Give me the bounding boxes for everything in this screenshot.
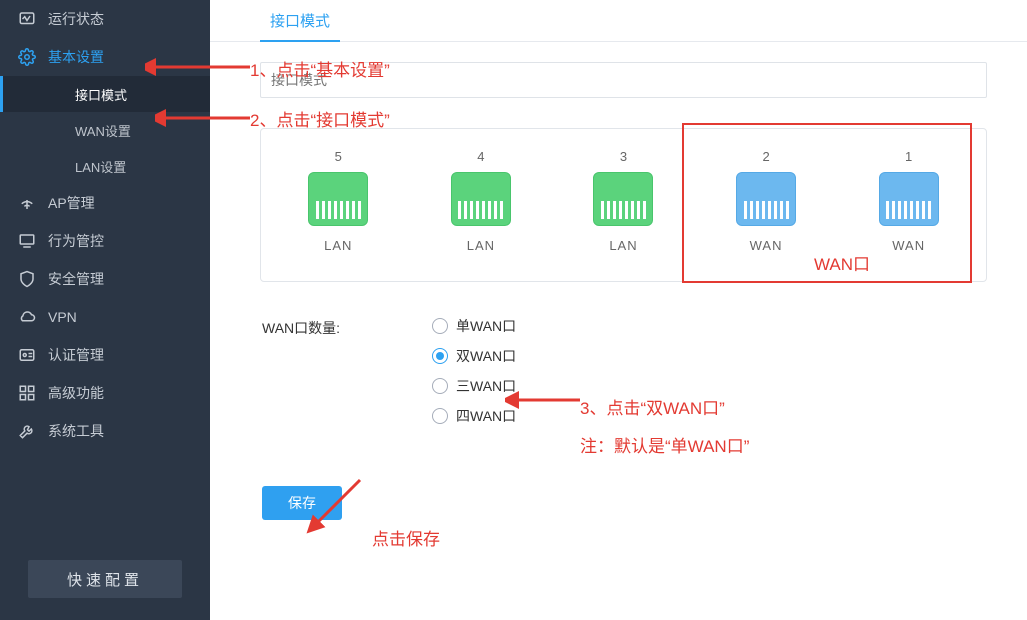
quick-config-button[interactable]: 快速配置 — [28, 560, 182, 598]
sidebar-label: 行为管控 — [48, 231, 104, 251]
wan-count-options: 单WAN口 双WAN口 三WAN口 四WAN口 — [432, 316, 516, 426]
sidebar-item-security[interactable]: 安全管理 — [0, 260, 210, 298]
sidebar-sub-label: 接口模式 — [75, 85, 127, 104]
radio-dual-wan[interactable]: 双WAN口 — [432, 346, 516, 366]
radio-single-wan[interactable]: 单WAN口 — [432, 316, 516, 336]
sidebar-item-ap[interactable]: AP管理 — [0, 184, 210, 222]
sidebar-item-system[interactable]: 系统工具 — [0, 412, 210, 450]
shield-icon — [18, 270, 36, 288]
sidebar-label: VPN — [48, 309, 77, 325]
radio-quad-wan[interactable]: 四WAN口 — [432, 406, 516, 426]
sidebar-sub-interface-mode[interactable]: 接口模式 — [0, 76, 210, 112]
annotation-wan-label: WAN口 — [814, 250, 870, 275]
port-number: 4 — [477, 149, 484, 164]
radio-triple-wan[interactable]: 三WAN口 — [432, 376, 516, 396]
ethernet-port-icon — [451, 172, 511, 226]
cloud-icon — [18, 308, 36, 326]
tools-icon — [18, 422, 36, 440]
sidebar-label: 安全管理 — [48, 269, 104, 289]
ethernet-port-icon — [593, 172, 653, 226]
wan-count-section: WAN口数量: 单WAN口 双WAN口 三WAN口 四WAN口 — [262, 316, 1027, 426]
sidebar-item-behavior[interactable]: 行为管控 — [0, 222, 210, 260]
grid-icon — [18, 384, 36, 402]
sidebar-label: 基本设置 — [48, 47, 104, 67]
port-number: 5 — [335, 149, 342, 164]
wifi-icon — [18, 194, 36, 212]
radio-label-text: 单WAN口 — [456, 316, 516, 336]
monitor-icon — [18, 232, 36, 250]
sidebar-sub-label: WAN设置 — [75, 121, 131, 140]
sidebar-sub-label: LAN设置 — [75, 157, 126, 176]
id-icon — [18, 346, 36, 364]
radio-label-text: 三WAN口 — [456, 376, 516, 396]
sidebar: 运行状态 基本设置 接口模式 WAN设置 LAN设置 AP管理 行为管控 安全管… — [0, 0, 210, 620]
port-5: 5 LAN — [288, 149, 388, 253]
sidebar-sub-lan-settings[interactable]: LAN设置 — [0, 148, 210, 184]
sidebar-item-advanced[interactable]: 高级功能 — [0, 374, 210, 412]
port-number: 3 — [620, 149, 627, 164]
sidebar-label: 高级功能 — [48, 383, 104, 403]
annotation-wan-highlight-box: WAN口 — [682, 123, 972, 283]
port-type-label: LAN — [324, 238, 352, 253]
radio-icon — [432, 348, 448, 364]
tab-interface-mode[interactable]: 接口模式 — [260, 0, 340, 42]
radio-icon — [432, 408, 448, 424]
sidebar-label: AP管理 — [48, 193, 95, 213]
search-input[interactable] — [271, 72, 976, 88]
sidebar-item-auth[interactable]: 认证管理 — [0, 336, 210, 374]
port-4: 4 LAN — [431, 149, 531, 253]
activity-icon — [18, 10, 36, 28]
sidebar-label: 系统工具 — [48, 421, 104, 441]
radio-icon — [432, 318, 448, 334]
main-content: 接口模式 5 LAN 4 LAN — [210, 0, 1027, 620]
radio-label-text: 双WAN口 — [456, 346, 516, 366]
sidebar-item-vpn[interactable]: VPN — [0, 298, 210, 336]
port-type-label: LAN — [609, 238, 637, 253]
sidebar-sub-wan-settings[interactable]: WAN设置 — [0, 112, 210, 148]
tabs: 接口模式 — [210, 0, 1027, 42]
annotation-save: 点击保存 — [372, 525, 440, 550]
sidebar-item-status[interactable]: 运行状态 — [0, 0, 210, 38]
wan-count-label: WAN口数量: — [262, 316, 432, 426]
sidebar-label: 运行状态 — [48, 9, 104, 29]
port-3: 3 LAN — [573, 149, 673, 253]
ports-panel: 5 LAN 4 LAN 3 LAN — [260, 128, 987, 282]
port-type-label: LAN — [467, 238, 495, 253]
radio-icon — [432, 378, 448, 394]
quick-config-label: 快速配置 — [67, 569, 143, 590]
save-button[interactable]: 保存 — [262, 486, 342, 520]
gear-icon — [18, 48, 36, 66]
ethernet-port-icon — [308, 172, 368, 226]
annotation-step-3-note: 注：默认是“单WAN口” — [580, 432, 749, 457]
tab-label: 接口模式 — [270, 10, 330, 31]
sidebar-label: 认证管理 — [48, 345, 104, 365]
sidebar-item-basic-settings[interactable]: 基本设置 — [0, 38, 210, 76]
radio-label-text: 四WAN口 — [456, 406, 516, 426]
search-bar[interactable] — [260, 62, 987, 98]
save-button-label: 保存 — [288, 493, 316, 513]
